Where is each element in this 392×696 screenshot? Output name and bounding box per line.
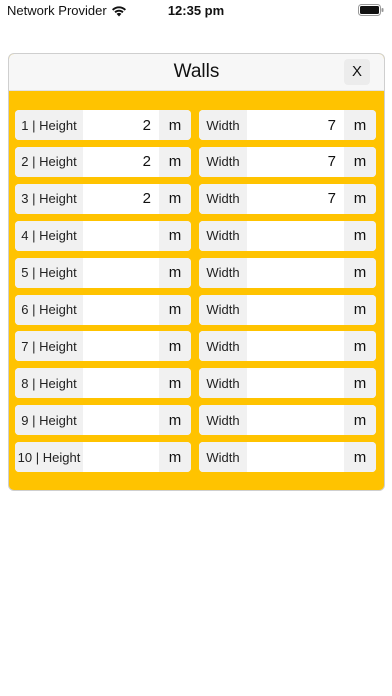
height-label: 7 | Height: [15, 331, 83, 362]
width-input[interactable]: [247, 257, 344, 288]
width-label: Width: [199, 220, 247, 251]
height-field: 1 | Height 2 m: [15, 110, 191, 140]
width-input[interactable]: 7: [247, 110, 344, 140]
width-unit: m: [344, 294, 376, 325]
width-field: Width m: [199, 257, 376, 288]
width-unit: m: [344, 368, 376, 399]
width-unit: m: [344, 146, 376, 177]
height-field: 10 | Height m: [15, 442, 191, 473]
width-unit: m: [344, 442, 376, 473]
width-unit: m: [344, 405, 376, 436]
height-field: 5 | Height m: [15, 257, 191, 288]
width-field: Width 7 m: [199, 183, 376, 214]
wall-row: 2 | Height 2 m Width 7 m: [15, 146, 377, 177]
wall-row: 8 | Height m Width m: [15, 368, 377, 399]
height-unit: m: [159, 331, 191, 362]
width-field: Width 7 m: [199, 146, 376, 177]
height-label: 8 | Height: [15, 368, 83, 399]
height-input[interactable]: [83, 220, 159, 251]
width-label: Width: [199, 368, 247, 399]
wall-row: 5 | Height m Width m: [15, 257, 377, 288]
height-input[interactable]: 2: [83, 146, 159, 177]
width-label: Width: [199, 442, 247, 473]
height-unit: m: [159, 368, 191, 399]
width-input[interactable]: [247, 368, 344, 399]
width-field: Width m: [199, 442, 376, 473]
height-field: 2 | Height 2 m: [15, 146, 191, 177]
close-button[interactable]: X: [344, 59, 370, 85]
wall-row: 4 | Height m Width m: [15, 220, 377, 251]
height-label: 9 | Height: [15, 405, 83, 436]
height-label: 5 | Height: [15, 257, 83, 288]
width-input[interactable]: [247, 331, 344, 362]
width-label: Width: [199, 294, 247, 325]
height-input[interactable]: [83, 294, 159, 325]
width-label: Width: [199, 146, 247, 177]
height-label: 1 | Height: [15, 110, 83, 140]
width-field: Width m: [199, 220, 376, 251]
height-label: 10 | Height: [15, 442, 83, 473]
width-field: Width m: [199, 368, 376, 399]
height-field: 9 | Height m: [15, 405, 191, 436]
width-input[interactable]: [247, 294, 344, 325]
height-unit: m: [159, 257, 191, 288]
status-bar: Network Provider 12:35 pm: [0, 0, 392, 22]
width-label: Width: [199, 257, 247, 288]
width-label: Width: [199, 331, 247, 362]
height-unit: m: [159, 110, 191, 140]
width-input[interactable]: [247, 405, 344, 436]
height-unit: m: [159, 146, 191, 177]
wall-row: 1 | Height 2 m Width 7 m: [15, 110, 377, 140]
height-input[interactable]: [83, 442, 159, 473]
width-field: Width m: [199, 405, 376, 436]
width-field: Width m: [199, 331, 376, 362]
height-field: 6 | Height m: [15, 294, 191, 325]
modal-title: Walls: [173, 61, 220, 82]
height-input[interactable]: [83, 405, 159, 436]
width-unit: m: [344, 257, 376, 288]
height-input[interactable]: 2: [83, 183, 159, 214]
width-label: Width: [199, 405, 247, 436]
width-label: Width: [199, 110, 247, 140]
height-unit: m: [159, 294, 191, 325]
height-label: 2 | Height: [15, 146, 83, 177]
height-field: 7 | Height m: [15, 331, 191, 362]
height-label: 3 | Height: [15, 183, 83, 214]
width-input[interactable]: [247, 442, 344, 473]
height-field: 8 | Height m: [15, 368, 191, 399]
width-label: Width: [199, 183, 247, 214]
width-unit: m: [344, 110, 376, 140]
width-input[interactable]: [247, 220, 344, 251]
width-field: Width m: [199, 294, 376, 325]
height-label: 6 | Height: [15, 294, 83, 325]
width-unit: m: [344, 331, 376, 362]
width-input[interactable]: 7: [247, 183, 344, 214]
modal-header: Walls X: [9, 54, 384, 91]
wall-row: 10 | Height m Width m: [15, 442, 377, 473]
wall-row: 9 | Height m Width m: [15, 405, 377, 436]
width-unit: m: [344, 220, 376, 251]
height-field: 4 | Height m: [15, 220, 191, 251]
wall-row: 7 | Height m Width m: [15, 331, 377, 362]
height-unit: m: [159, 183, 191, 214]
height-unit: m: [159, 442, 191, 473]
height-unit: m: [159, 405, 191, 436]
height-input[interactable]: [83, 368, 159, 399]
height-label: 4 | Height: [15, 220, 83, 251]
height-input[interactable]: [83, 331, 159, 362]
height-input[interactable]: [83, 257, 159, 288]
wall-row: 6 | Height m Width m: [15, 294, 377, 325]
clock: 12:35 pm: [167, 3, 225, 18]
height-field: 3 | Height 2 m: [15, 183, 191, 214]
height-input[interactable]: 2: [83, 110, 159, 140]
width-field: Width 7 m: [199, 110, 376, 140]
width-unit: m: [344, 183, 376, 214]
wall-row: 3 | Height 2 m Width 7 m: [15, 183, 377, 214]
width-input[interactable]: 7: [247, 146, 344, 177]
height-unit: m: [159, 220, 191, 251]
battery-icon: [358, 4, 384, 16]
